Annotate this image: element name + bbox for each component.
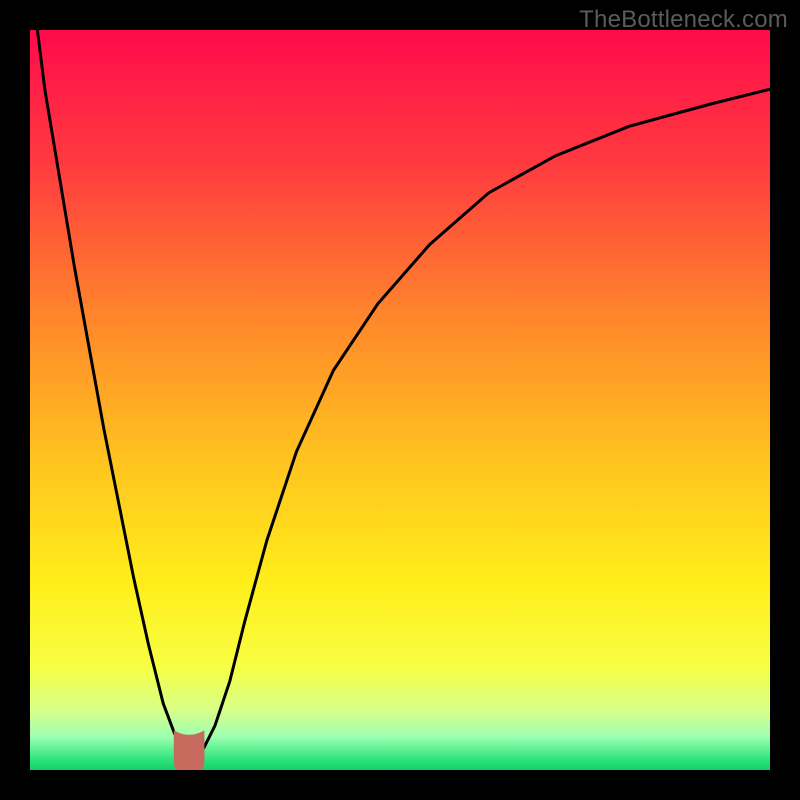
left-branch-path [37,30,181,748]
curve-layer [30,30,770,770]
watermark-text: TheBottleneck.com [579,6,788,34]
bottom-marker-shape [174,731,204,770]
right-branch-path [204,89,770,748]
plot-area [30,30,770,770]
outer-frame: TheBottleneck.com [0,0,800,800]
